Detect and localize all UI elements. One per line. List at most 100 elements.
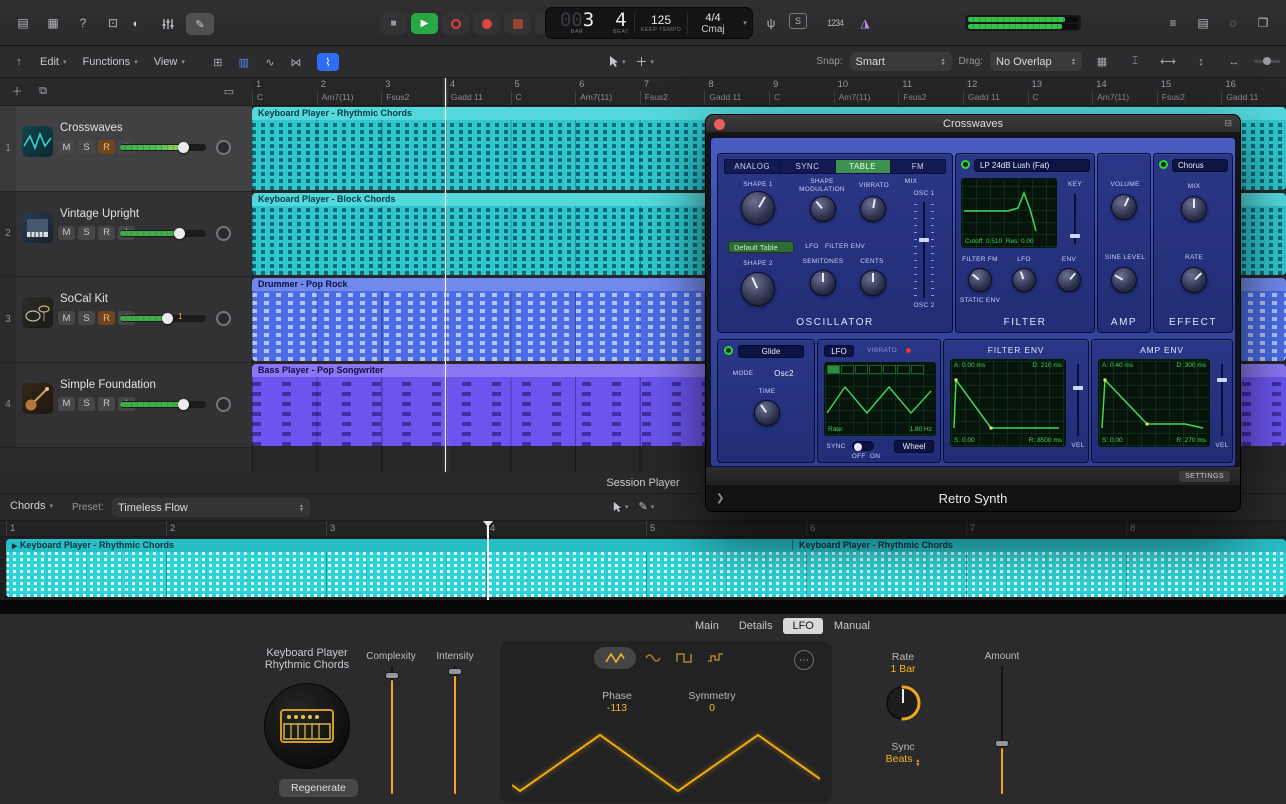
keyboard-player-icon[interactable] [264, 683, 350, 769]
lfo-tab[interactable]: LFO [824, 345, 854, 357]
plugin-titlebar[interactable]: Crosswaves ⊟ [706, 115, 1240, 133]
smart-controls-icon[interactable] [154, 13, 182, 35]
volume-slider[interactable] [120, 230, 206, 237]
glide-header[interactable]: Glide [738, 345, 804, 358]
rate-value[interactable]: 1 Bar [873, 663, 933, 675]
rate-knob[interactable] [881, 681, 925, 725]
tab-lfo[interactable]: LFO [783, 618, 822, 634]
automation-icon[interactable]: ∿ [259, 53, 281, 71]
cents-knob[interactable] [860, 270, 886, 296]
regenerate-button[interactable]: Regenerate [279, 779, 358, 797]
track-header-socal-kit[interactable]: 3 SoCal Kit M S R I 1 [0, 277, 252, 363]
count-in-icon[interactable]: 1234 [823, 13, 847, 33]
disclosure-icon[interactable]: ▶ [12, 543, 17, 550]
pan-knob[interactable] [216, 226, 231, 241]
secondary-tool-selector[interactable]: ＋▾ [636, 53, 655, 70]
bounds-icon[interactable]: ⟷ [1157, 53, 1179, 71]
plugin-window-crosswaves[interactable]: Crosswaves ⊟ ANALOG SYNC TABLE FM SHAPE … [706, 115, 1240, 511]
shape1-knob[interactable] [741, 191, 775, 225]
intensity-slider[interactable] [447, 666, 463, 794]
static-label[interactable]: STATIC [960, 297, 984, 304]
pointer-tool-selector[interactable]: ▾ [608, 55, 626, 68]
session-region[interactable]: ▶ Keyboard Player - Rhythmic Chords Keyb… [6, 539, 1286, 597]
symmetry-value[interactable]: 0 [682, 702, 742, 714]
pencil-mode-icon[interactable]: ✎ [186, 13, 214, 35]
tab-table[interactable]: TABLE [836, 160, 891, 173]
sine-wave-button[interactable] [640, 647, 667, 669]
mute-button[interactable]: M [58, 140, 75, 154]
filter-fm-knob[interactable] [968, 268, 992, 292]
ruler-bar-cell[interactable]: 4 Gadd 11 [446, 78, 511, 106]
track-name[interactable]: Vintage Upright [60, 208, 139, 220]
mute-button[interactable]: M [58, 397, 75, 411]
ruler-bar-cell[interactable]: 2 Am7(11) [317, 78, 382, 106]
mute-button[interactable]: M [58, 311, 75, 325]
note-pads-icon[interactable]: ▤ [1191, 13, 1215, 33]
ruler-bar-cell[interactable]: 10 Am7(11) [834, 78, 899, 106]
link-window-icon[interactable]: ⊟ [1224, 118, 1232, 129]
volume-knob[interactable] [1111, 194, 1137, 220]
lcd-chevron-icon[interactable]: ▾ [743, 19, 747, 27]
ruler-bar-cell[interactable]: 13 C [1028, 78, 1093, 106]
close-window-button[interactable] [714, 119, 725, 130]
effect-type-menu[interactable]: Chorus [1172, 159, 1228, 172]
track-header-options-icon[interactable]: ▭ [218, 82, 240, 100]
midi-draw-icon[interactable]: ⋈ [285, 53, 307, 71]
session-bar-ruler[interactable]: 12345678 [0, 521, 1286, 537]
duplicate-track-button[interactable]: ⧉ [32, 82, 54, 100]
track-header-vintage-upright[interactable]: 2 Vintage Upright M S R I [0, 192, 252, 278]
volume-slider[interactable] [120, 401, 206, 408]
osc-mix-slider[interactable] [918, 202, 930, 298]
settings-button[interactable]: SETTINGS [1179, 471, 1230, 482]
pan-knob[interactable] [216, 140, 231, 155]
osc-vibrato-knob[interactable] [860, 196, 886, 222]
filter-preset-menu[interactable]: LP 24dB Lush (Fat) [974, 159, 1090, 172]
filter-lfo-knob[interactable] [1012, 268, 1036, 292]
mute-button[interactable]: M [58, 226, 75, 240]
lfo-rate-value[interactable]: 1.80 Hz [910, 426, 932, 433]
lfo-display[interactable]: Rate: 1.80 Hz [824, 362, 936, 436]
tab-sync[interactable]: SYNC [780, 160, 835, 173]
inspector-icon[interactable]: ▦ [41, 13, 65, 33]
ruler-bar-cell[interactable]: 8 Gadd 11 [704, 78, 769, 106]
session-bar-number[interactable]: 6 [806, 521, 966, 536]
volume-slider[interactable]: 1 [120, 315, 206, 322]
record-button[interactable] [442, 13, 469, 34]
semitones-knob[interactable] [810, 270, 836, 296]
stop-button[interactable]: ■ [380, 13, 407, 34]
shape2-knob[interactable] [741, 272, 775, 306]
edit-menu[interactable]: Edit▾ [32, 46, 74, 78]
amount-slider[interactable] [994, 666, 1010, 794]
ruler-bar-cell[interactable]: 15 Fsus2 [1157, 78, 1222, 106]
snap-popup[interactable]: Smart▲▼ [850, 52, 952, 71]
zoom-h-control[interactable]: ↔ [1223, 53, 1245, 71]
session-bar-number[interactable]: 1 [6, 521, 166, 536]
complexity-slider[interactable] [384, 666, 400, 794]
pan-knob[interactable] [216, 311, 231, 326]
ruler-bar-cell[interactable]: 12 Gadd 11 [963, 78, 1028, 106]
track-header-crosswaves[interactable]: 1 Crosswaves M S R I [0, 106, 252, 192]
session-pencil-tool[interactable]: ✎▾ [639, 500, 655, 513]
step-wave-button[interactable] [702, 647, 729, 669]
disclosure-chevron-icon[interactable]: ❯ [716, 493, 724, 504]
ruler-bar-cell[interactable]: 14 Am7(11) [1092, 78, 1157, 106]
track-name[interactable]: Crosswaves [60, 122, 123, 134]
record-enable-button[interactable]: R [98, 397, 115, 411]
track-header-simple-foundation[interactable]: 4 Simple Foundation M S R I [0, 363, 252, 449]
filter-display[interactable]: Cutoff: 0.510 Res: 0.00 [961, 178, 1057, 248]
square-wave-button[interactable] [671, 647, 698, 669]
tab-manual[interactable]: Manual [825, 618, 879, 634]
solo-button[interactable]: S [78, 226, 95, 240]
apple-loops-icon[interactable]: ◌ [1221, 13, 1245, 33]
chords-popup[interactable]: Chords▾ [10, 500, 53, 512]
default-table-menu[interactable]: Default Table [728, 241, 794, 253]
tab-fm[interactable]: FM [891, 160, 945, 173]
key-slider[interactable] [1069, 194, 1081, 244]
lfo-wheel-button[interactable]: Wheel [894, 440, 934, 453]
mixer-icon[interactable]: ▦ [1091, 53, 1113, 71]
triangle-wave-button[interactable] [594, 647, 636, 669]
ibeam-icon[interactable]: ⌶ [1124, 53, 1146, 71]
tuner-icon[interactable]: ψ [759, 13, 783, 33]
more-options-button[interactable]: ⋯ [794, 650, 814, 670]
shape-mod-knob[interactable] [810, 196, 836, 222]
